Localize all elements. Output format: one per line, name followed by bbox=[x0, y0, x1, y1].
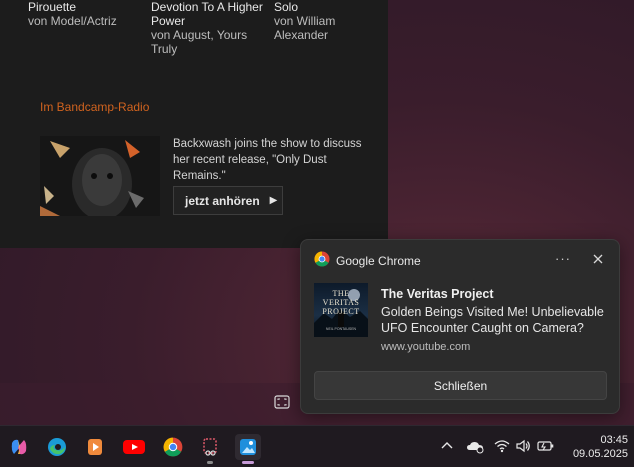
album-item[interactable]: Pirouette von Model/Actriz bbox=[28, 0, 117, 28]
fullscreen-icon[interactable] bbox=[274, 395, 290, 409]
radio-heading: Im Bandcamp-Radio bbox=[40, 100, 150, 114]
album-title[interactable]: Solo bbox=[274, 0, 388, 14]
album-item[interactable]: Solo von William Alexander bbox=[274, 0, 388, 42]
youtube-icon[interactable] bbox=[121, 434, 147, 460]
photos-icon[interactable] bbox=[235, 434, 261, 464]
wifi-icon[interactable] bbox=[494, 438, 510, 454]
chevron-up-icon[interactable] bbox=[439, 438, 455, 454]
dismiss-button[interactable]: Schließen bbox=[314, 371, 607, 400]
album-title-cont[interactable]: Power bbox=[151, 14, 263, 28]
bandcamp-page: Pirouette von Model/Actriz Devotion To A… bbox=[0, 0, 388, 248]
listen-label: jetzt anhören bbox=[185, 193, 260, 208]
notification-body: Golden Beings Visited Me! Unbelievable U… bbox=[381, 305, 604, 335]
radio-description: Backxwash joins the show to discuss her … bbox=[173, 138, 362, 182]
notification-app-name: Google Chrome bbox=[336, 254, 421, 268]
active-indicator bbox=[242, 461, 254, 464]
notification-source: www.youtube.com bbox=[381, 341, 471, 353]
album-artist[interactable]: von August, Yours bbox=[151, 28, 263, 42]
chrome-icon[interactable] bbox=[160, 434, 186, 460]
album-title[interactable]: Pirouette bbox=[28, 0, 117, 14]
notification-title: The Veritas Project bbox=[381, 287, 494, 301]
system-clock[interactable]: 03:45 09.05.2025 bbox=[558, 433, 628, 461]
onedrive-icon[interactable] bbox=[466, 438, 484, 454]
edge-icon[interactable] bbox=[44, 434, 70, 460]
volume-icon[interactable] bbox=[515, 438, 531, 454]
play-icon: ▶ bbox=[269, 195, 278, 206]
listen-now-button[interactable]: jetzt anhören ▶ bbox=[173, 186, 283, 215]
album-artist[interactable]: von Model/Actriz bbox=[28, 14, 117, 28]
more-options-icon[interactable]: ··· bbox=[555, 251, 571, 266]
thumbnail-title: THE VERITAS PROJECT bbox=[322, 289, 360, 316]
clock-date: 09.05.2025 bbox=[572, 448, 628, 460]
media-player-icon[interactable] bbox=[82, 434, 108, 460]
close-icon[interactable] bbox=[591, 252, 605, 266]
album-artist[interactable]: von William Alexander bbox=[274, 14, 388, 42]
thumbnail-author: NEIL PONTAUSEN bbox=[325, 327, 357, 331]
clock-time: 03:45 bbox=[600, 434, 628, 446]
album-item[interactable]: Devotion To A Higher Power von August, Y… bbox=[151, 0, 263, 56]
radio-show-image[interactable] bbox=[40, 136, 160, 216]
copilot-icon[interactable] bbox=[6, 434, 32, 460]
album-artist-cont[interactable]: Truly bbox=[151, 42, 263, 56]
notification-thumbnail: THE VERITAS PROJECT NEIL PONTAUSEN bbox=[314, 283, 368, 337]
battery-icon[interactable] bbox=[537, 438, 554, 454]
running-indicator bbox=[207, 461, 213, 464]
snipping-tool-icon[interactable] bbox=[197, 434, 223, 464]
chrome-icon bbox=[314, 251, 330, 272]
album-title[interactable]: Devotion To A Higher bbox=[151, 0, 263, 14]
chrome-notification[interactable]: Google Chrome ··· THE VERITAS PROJECT NE… bbox=[300, 239, 620, 414]
taskbar: 03:45 09.05.2025 bbox=[0, 425, 634, 467]
notification-header: Google Chrome bbox=[314, 251, 421, 272]
